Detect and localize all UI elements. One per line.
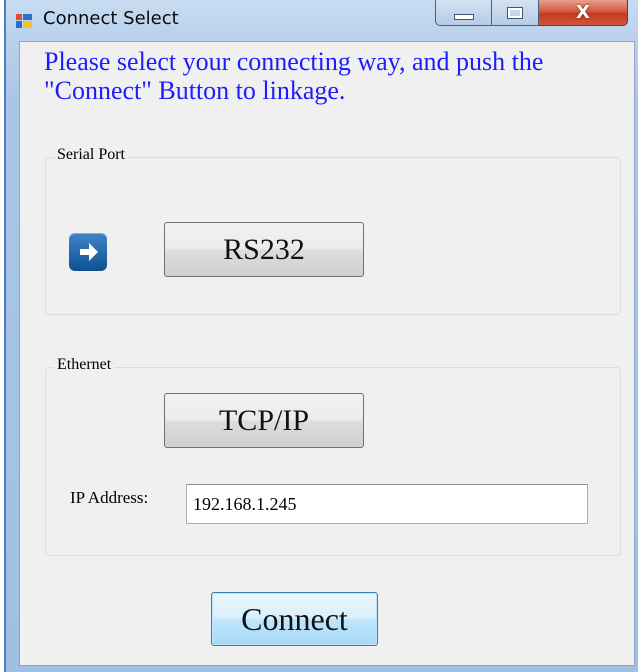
client-area xyxy=(19,41,635,666)
instructions-text: Please select your connecting way, and p… xyxy=(44,47,544,105)
ip-address-label: IP Address: xyxy=(70,488,149,507)
connect-button[interactable]: Connect xyxy=(211,592,378,646)
maximize-icon xyxy=(507,6,523,19)
maximize-button[interactable] xyxy=(492,0,539,26)
tcpip-button[interactable]: TCP/IP xyxy=(164,393,364,448)
caption-buttons: X xyxy=(435,0,628,26)
right-arrow-icon xyxy=(69,233,107,271)
close-icon: X xyxy=(576,1,590,23)
minimize-button[interactable] xyxy=(435,0,492,26)
title-bar[interactable]: Connect Select X xyxy=(6,0,638,42)
ethernet-group-label: Ethernet xyxy=(54,356,115,374)
ip-address-input[interactable] xyxy=(186,484,588,524)
window-title: Connect Select xyxy=(43,8,179,29)
minimize-icon xyxy=(453,13,474,20)
close-button[interactable]: X xyxy=(539,0,628,26)
app-icon xyxy=(16,14,32,28)
rs232-button[interactable]: RS232 xyxy=(164,222,364,277)
serial-port-group-label: Serial Port xyxy=(54,146,128,164)
